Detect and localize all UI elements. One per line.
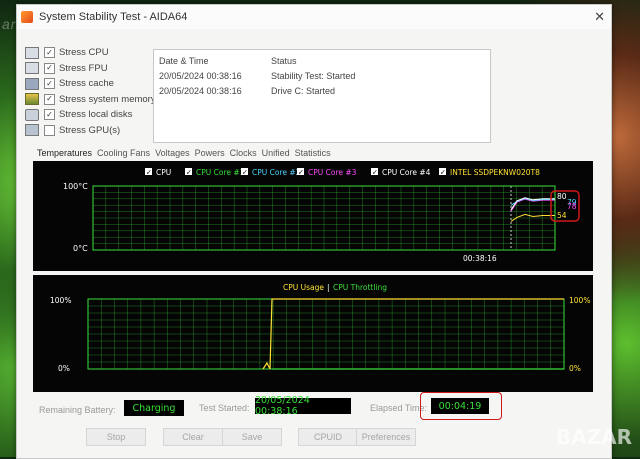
stress-option-label: Stress local disks [59, 109, 133, 121]
tab-powers[interactable]: Powers [195, 148, 225, 158]
stress-option-fpu[interactable]: ✓ Stress FPU [25, 61, 165, 77]
table-row[interactable]: 20/05/2024 00:38:16 Drive C: Started [154, 83, 490, 98]
temperature-legend: ✓ CPU ✓ CPU Core #1✓ CPU Core #2✓ CPU Core #3… [145, 168, 540, 177]
legend-label: CPU Core #3 [308, 168, 357, 177]
status-table-header: Date & Time Status [154, 53, 490, 68]
legend-label: CPU Core #1 [196, 168, 245, 177]
legend-check-icon: ✓ [186, 169, 192, 177]
stress-option-label: Stress GPU(s) [59, 124, 121, 136]
memory-module-icon [25, 93, 39, 106]
stress-fpu-checkbox[interactable]: ✓ [44, 62, 55, 74]
watermark-right: BAZAR [555, 425, 632, 449]
stress-gpu-checkbox[interactable] [44, 124, 55, 136]
row-date: 20/05/2024 00:38:16 [159, 85, 242, 96]
temperature-graph-svg: ✓ CPU ✓ CPU Core #1✓ CPU Core #2✓ CPU Core #3… [63, 168, 580, 263]
stress-option-disks[interactable]: ✓ Stress local disks [25, 107, 165, 123]
usage-y-top-left: 100% [50, 296, 71, 305]
legend-check-icon: ✓ [440, 169, 446, 177]
test-started-label: Test Started: [199, 403, 250, 413]
legend-label: CPU Core #4 [382, 168, 431, 177]
usage-y-bottom-right: 0% [569, 364, 581, 373]
legend-label: INTEL SSDPEKNW020T8 [450, 168, 540, 177]
fpu-chip-icon [25, 62, 39, 75]
cpu-throttling-title: CPU Throttling [333, 283, 387, 292]
stress-option-memory[interactable]: ✓ Stress system memory [25, 92, 165, 108]
temp-y-bottom-label: 0°C [73, 244, 88, 253]
gpu-icon [25, 124, 39, 137]
test-status-bar: Remaining Battery: Charging Test Started… [17, 392, 611, 420]
legend-check-icon: ✓ [146, 169, 152, 177]
close-button[interactable]: ✕ [594, 9, 605, 25]
stress-option-label: Stress system memory [59, 93, 156, 105]
temperature-readout: 78 [567, 202, 577, 211]
row-date: 20/05/2024 00:38:16 [159, 70, 242, 81]
cpu-usage-graph: CPU Usage | CPU Throttling 100% 0% 100% … [33, 275, 593, 392]
row-status: Stability Test: Started [271, 70, 356, 81]
cache-icon [25, 77, 39, 90]
battery-label: Remaining Battery: [39, 405, 116, 415]
window-title: System Stability Test - AIDA64 [39, 11, 188, 23]
aida64-window: System Stability Test - AIDA64 ✕ ✓ Stres… [16, 4, 612, 459]
usage-grid [88, 299, 564, 369]
clear-button[interactable]: Clear [163, 428, 223, 446]
cpu-chip-icon [25, 46, 39, 59]
stress-cpu-checkbox[interactable]: ✓ [44, 47, 55, 59]
status-header: Status [271, 55, 297, 66]
graph-tabs: Temperatures Cooling Fans Voltages Power… [37, 148, 336, 158]
stress-memory-checkbox[interactable]: ✓ [44, 93, 55, 105]
usage-title-separator: | [327, 283, 330, 292]
preferences-button[interactable]: Preferences [356, 428, 416, 446]
battery-value: Charging [124, 400, 184, 416]
status-log-table[interactable]: Date & Time Status 20/05/2024 00:38:16 S… [153, 49, 491, 143]
cpuid-button[interactable]: CPUID [298, 428, 358, 446]
title-bar[interactable]: System Stability Test - AIDA64 ✕ [17, 5, 611, 29]
temperature-graph: ✓ CPU ✓ CPU Core #1 ✓ CPU Core #2 ✓ CPU Core #3… [33, 161, 593, 271]
legend-check-icon: ✓ [372, 169, 378, 177]
tab-temperatures[interactable]: Temperatures [37, 148, 92, 158]
legend-label: CPU Core #2 [252, 168, 301, 177]
stress-cache-checkbox[interactable]: ✓ [44, 78, 55, 90]
stress-option-cache[interactable]: ✓ Stress cache [25, 76, 165, 92]
stress-option-label: Stress FPU [59, 62, 108, 74]
cpu-usage-graph-svg: CPU Usage | CPU Throttling 100% 0% 100% … [50, 283, 590, 373]
temperature-grid [93, 186, 555, 250]
legend-label: CPU [156, 168, 171, 177]
legend-check-icon: ✓ [298, 169, 304, 177]
stress-option-label: Stress cache [59, 78, 114, 90]
disk-drive-icon [25, 108, 39, 121]
temperature-readouts: 80797854 [557, 192, 577, 220]
tab-statistics[interactable]: Statistics [295, 148, 331, 158]
temp-y-top-label: 100°C [63, 182, 88, 191]
elapsed-highlight-frame [420, 392, 502, 420]
stress-options: ✓ Stress CPU ✓ Stress FPU ✓ Stress cache… [25, 45, 165, 138]
row-status: Drive C: Started [271, 85, 336, 96]
action-buttons: Stop Clear Save CPUID Preferences [17, 428, 611, 448]
temperature-readout: 80 [557, 192, 567, 201]
elapsed-time-label: Elapsed Time: [370, 403, 428, 413]
tab-voltages[interactable]: Voltages [155, 148, 190, 158]
table-row[interactable]: 20/05/2024 00:38:16 Stability Test: Star… [154, 68, 490, 83]
legend-check-icon: ✓ [242, 169, 248, 177]
usage-y-top-right: 100% [569, 296, 590, 305]
temp-time-label: 00:38:16 [463, 254, 497, 263]
stress-option-label: Stress CPU [59, 47, 109, 59]
stress-option-cpu[interactable]: ✓ Stress CPU [25, 45, 165, 61]
test-started-value: 20/05/2024 00:38:16 [255, 395, 351, 417]
tab-cooling-fans[interactable]: Cooling Fans [97, 148, 150, 158]
tab-unified[interactable]: Unified [262, 148, 290, 158]
usage-y-bottom-left: 0% [58, 364, 70, 373]
date-time-header: Date & Time [159, 55, 209, 66]
temperature-readout: 54 [557, 211, 567, 220]
stop-button[interactable]: Stop [86, 428, 146, 446]
stress-option-gpu[interactable]: Stress GPU(s) [25, 123, 165, 139]
stress-disks-checkbox[interactable]: ✓ [44, 109, 55, 121]
aida64-app-icon [21, 11, 33, 23]
tab-clocks[interactable]: Clocks [230, 148, 257, 158]
cpu-usage-title: CPU Usage [283, 283, 324, 292]
save-button[interactable]: Save [222, 428, 282, 446]
